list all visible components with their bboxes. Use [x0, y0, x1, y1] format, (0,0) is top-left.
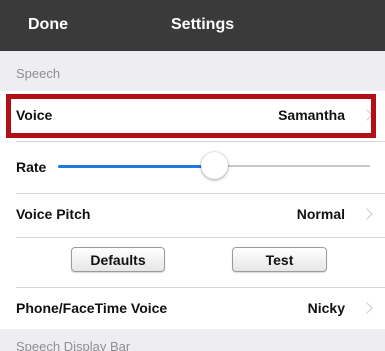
chevron-right-icon: [361, 109, 373, 121]
row-divider: [16, 141, 385, 142]
row-divider: [16, 287, 385, 288]
rate-label: Rate: [16, 159, 47, 175]
phone-facetime-voice-value: Nicky: [307, 300, 345, 316]
voice-pitch-label: Voice Pitch: [16, 206, 91, 222]
row-divider: [16, 193, 385, 194]
rate-row: Rate: [0, 141, 385, 193]
rate-slider-thumb[interactable]: [200, 152, 228, 179]
voice-row[interactable]: Voice Samantha: [0, 91, 385, 141]
voice-value: Samantha: [278, 107, 345, 123]
voice-pitch-value: Normal: [296, 206, 345, 222]
rate-slider-fill[interactable]: [58, 165, 214, 168]
test-button[interactable]: Test: [232, 247, 327, 272]
chevron-right-icon: [361, 208, 373, 220]
voice-label: Voice: [16, 107, 53, 123]
navigation-bar: Done Settings: [0, 0, 385, 51]
phone-facetime-voice-row[interactable]: Phone/FaceTime Voice Nicky: [0, 287, 385, 329]
rate-slider-track[interactable]: [214, 165, 370, 167]
voice-buttons-row: Defaults Test: [0, 237, 385, 287]
section-header-speech: Speech: [0, 51, 385, 90]
defaults-button[interactable]: Defaults: [71, 247, 165, 272]
row-divider: [16, 237, 385, 238]
done-button[interactable]: Done: [28, 16, 68, 34]
section-header-speech-display-bar: Speech Display Bar: [0, 329, 385, 351]
chevron-right-icon: [361, 302, 373, 314]
phone-facetime-voice-label: Phone/FaceTime Voice: [16, 300, 168, 316]
voice-pitch-row[interactable]: Voice Pitch Normal: [0, 193, 385, 237]
page-title: Settings: [171, 16, 235, 33]
